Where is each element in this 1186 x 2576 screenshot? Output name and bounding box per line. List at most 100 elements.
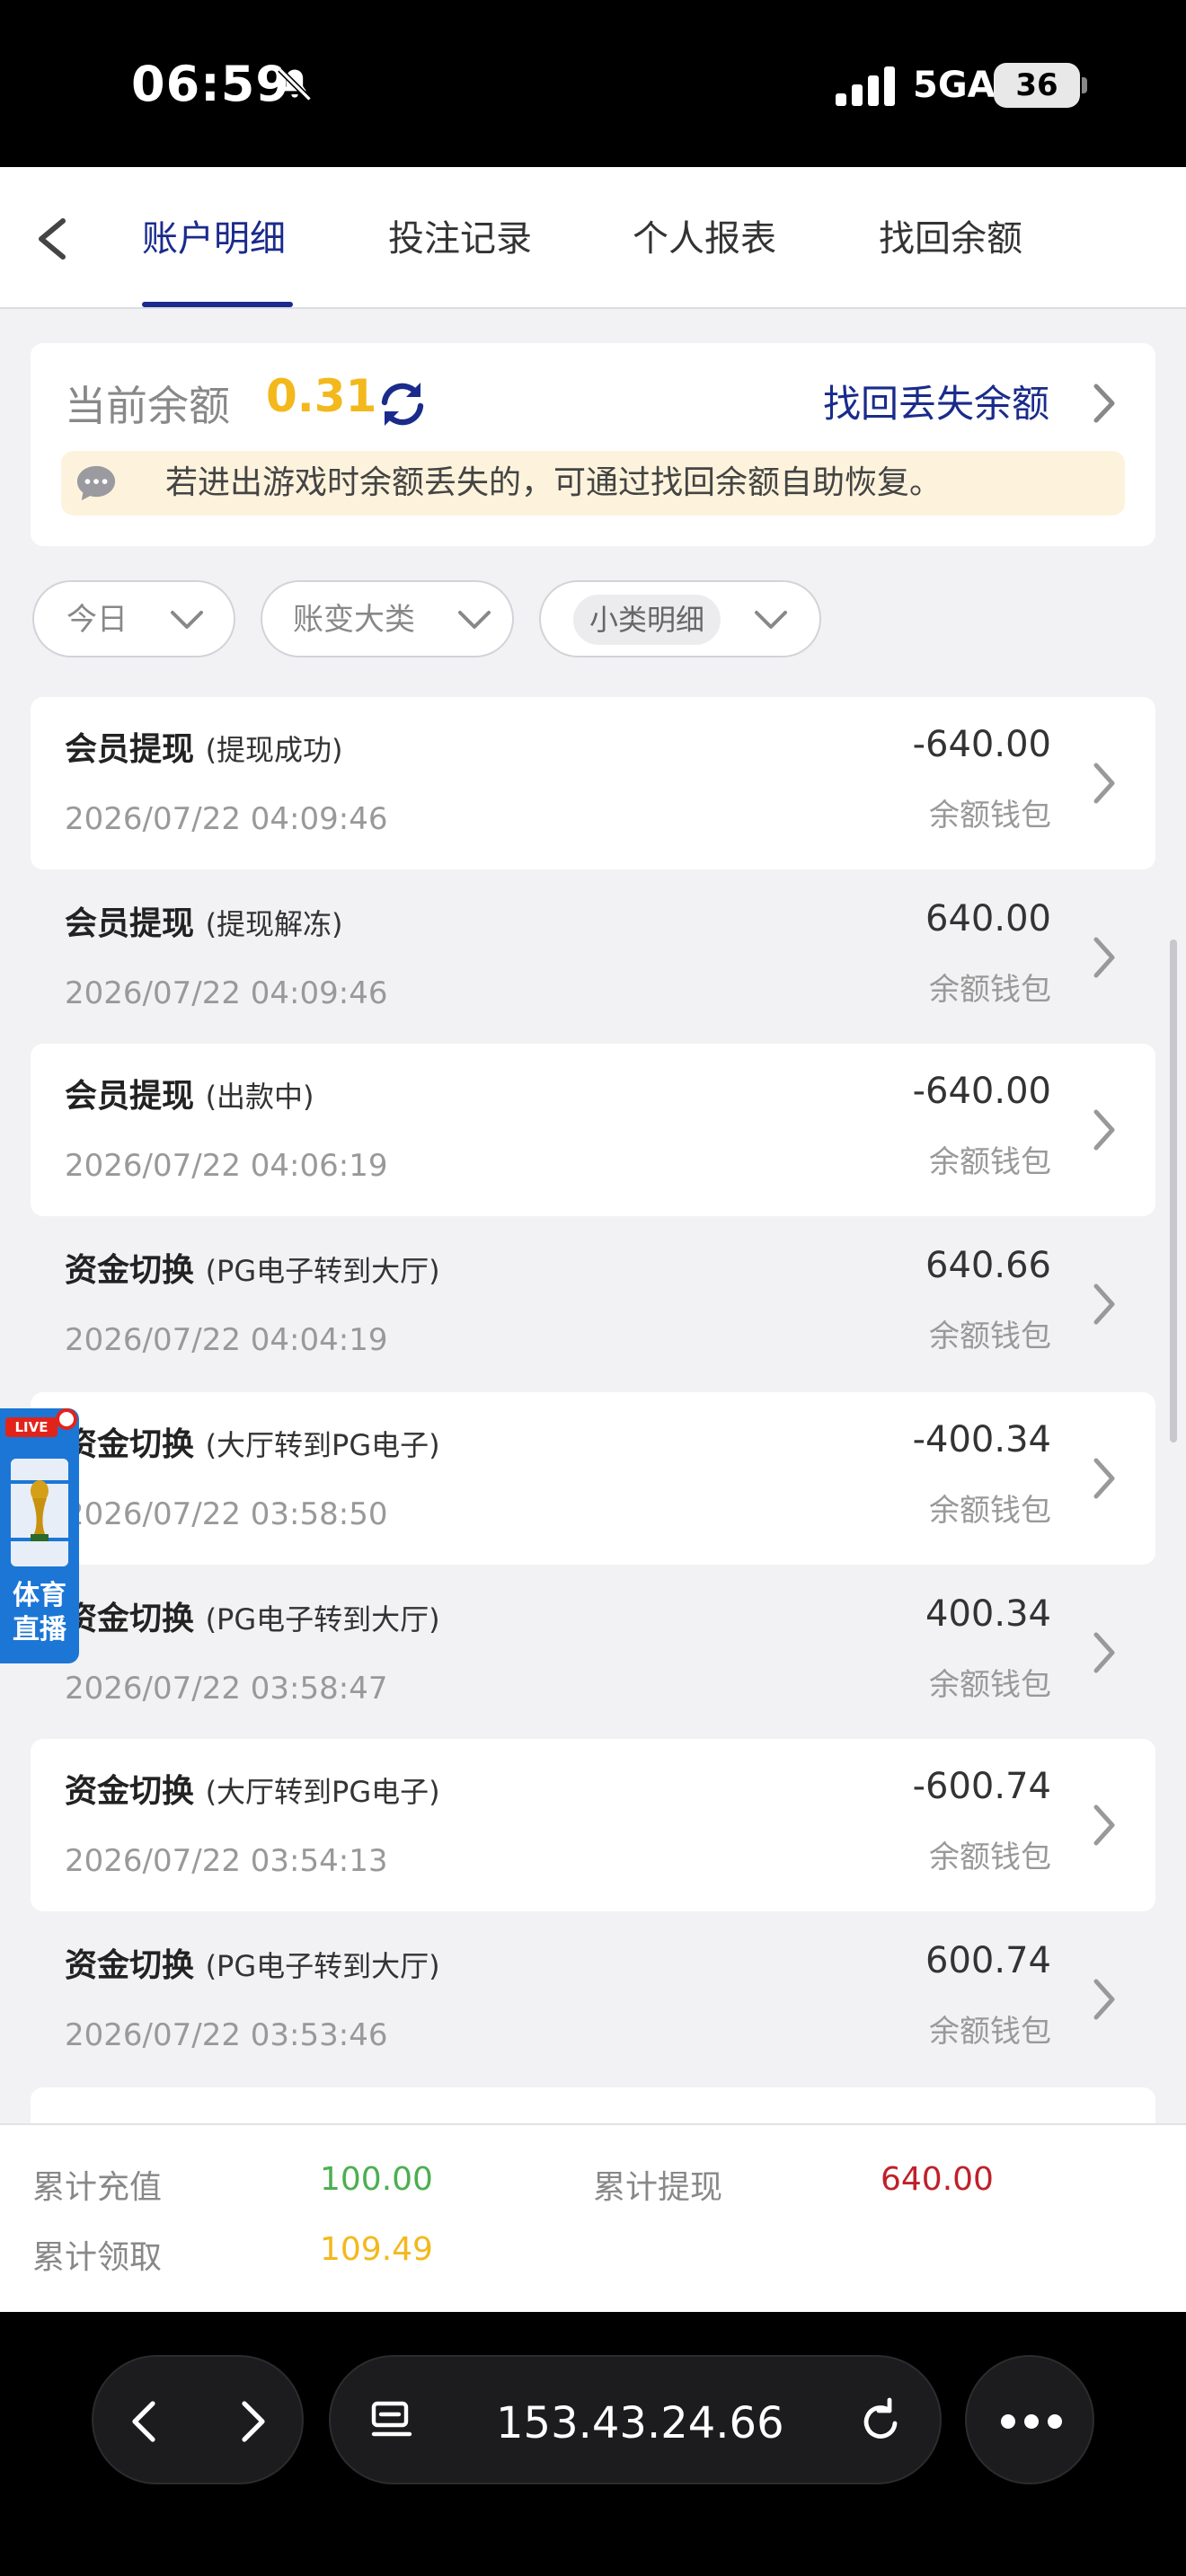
recover-lost-balance-link[interactable]: 找回丢失余额	[823, 374, 1049, 428]
chevron-down-icon	[755, 611, 787, 629]
transaction-subtype: (PG电子转到大厅)	[205, 1602, 440, 1636]
refresh-icon[interactable]	[376, 377, 429, 431]
transaction-wallet: 余额钱包	[929, 972, 1051, 1008]
transaction-amount: -600.74	[912, 1766, 1051, 1807]
transaction-title: 会员提现 (提现成功)	[65, 731, 343, 768]
sports-live-float-button[interactable]: LIVE 体育 直播	[0, 1408, 79, 1663]
active-tab-indicator	[142, 302, 293, 307]
transaction-date: 2026/07/22 04:09:46	[65, 801, 388, 837]
transaction-title: 会员提现 (出款中)	[65, 1078, 314, 1115]
chevron-right-icon	[1093, 1804, 1115, 1846]
transaction-date: 2026/07/22 03:58:47	[65, 1671, 388, 1707]
transaction-row[interactable]: 资金切换 (PG电子转到大厅) 2026/07/22 03:53:46 600.…	[31, 1913, 1155, 2086]
chevron-right-icon	[1093, 1979, 1115, 2020]
tab-personal-report[interactable]: 个人报表	[633, 210, 776, 268]
chevron-down-icon	[171, 611, 203, 629]
chevron-right-icon	[1093, 937, 1115, 978]
transaction-amount: 640.00	[925, 898, 1051, 940]
address-bar[interactable]: 153.43.24.66	[329, 2355, 942, 2484]
back-arrow-icon[interactable]	[27, 210, 81, 268]
url-text: 153.43.24.66	[496, 2398, 784, 2448]
category-filter-label: 账变大类	[293, 602, 415, 638]
more-button[interactable]	[965, 2355, 1094, 2484]
transaction-date: 2026/07/22 03:58:50	[65, 1496, 388, 1532]
reload-icon[interactable]	[855, 2396, 906, 2447]
category-filter[interactable]: 账变大类	[261, 580, 514, 657]
chevron-down-icon	[458, 611, 491, 629]
transaction-subtype: (大厅转到PG电子)	[205, 1775, 440, 1809]
chevron-right-icon	[1093, 1632, 1115, 1673]
date-filter[interactable]: 今日	[32, 580, 235, 657]
transaction-row[interactable]: 资金切换 (大厅转到PG电子) 2026/07/22 03:54:13 -600…	[31, 1739, 1155, 1911]
transaction-wallet: 余额钱包	[929, 2014, 1051, 2050]
tab-account-detail[interactable]: 账户明细	[142, 210, 286, 268]
total-claim-value: 109.49	[320, 2231, 433, 2268]
battery-icon: 36	[994, 63, 1080, 108]
balance-card: 当前余额 0.31 找回丢失余额 若进出游戏时余额丢失的，可通过找回余额自助恢复…	[31, 343, 1155, 546]
live-badge: LIVE	[5, 1417, 58, 1437]
signal-icon	[836, 66, 895, 106]
transaction-title: 资金切换 (PG电子转到大厅)	[65, 1601, 440, 1637]
transaction-amount: -640.00	[912, 724, 1051, 765]
summary-footer: 累计充值 100.00 累计提现 640.00 累计领取 109.49	[0, 2123, 1186, 2312]
browser-back-icon[interactable]	[122, 2398, 167, 2445]
transaction-subtype: (出款中)	[205, 1080, 314, 1114]
transaction-amount: 400.34	[925, 1593, 1051, 1635]
transaction-subtype: (提现成功)	[205, 733, 343, 767]
transaction-amount: 640.66	[925, 1245, 1051, 1286]
transaction-amount: -400.34	[912, 1419, 1051, 1460]
chevron-right-icon	[1093, 1109, 1115, 1151]
transaction-row[interactable]: 资金切换 (PG电子转到大厅) 2026/07/22 03:58:47 400.…	[31, 1566, 1155, 1739]
transaction-wallet: 余额钱包	[929, 1493, 1051, 1529]
tab-header: 账户明细 投注记录 个人报表 找回余额	[0, 167, 1186, 309]
transaction-title: 会员提现 (提现解冻)	[65, 905, 343, 942]
subcategory-filter-label: 小类明细	[573, 595, 721, 645]
transaction-amount: 600.74	[925, 1940, 1051, 1981]
transaction-date: 2026/07/22 04:04:19	[65, 1322, 388, 1358]
chevron-right-icon	[1093, 763, 1115, 804]
sports-live-label: 体育 直播	[13, 1580, 66, 1645]
transaction-subtype: (大厅转到PG电子)	[205, 1428, 440, 1462]
live-dot-icon	[56, 1408, 77, 1430]
transaction-date: 2026/07/22 04:09:46	[65, 975, 388, 1011]
transaction-date: 2026/07/22 04:06:19	[65, 1148, 388, 1184]
chevron-right-icon	[1093, 1458, 1115, 1499]
bell-muted-icon	[278, 67, 312, 101]
transaction-title: 资金切换 (大厅转到PG电子)	[65, 1426, 440, 1463]
transaction-title: 资金切换 (PG电子转到大厅)	[65, 1252, 440, 1289]
transaction-date: 2026/07/22 03:53:46	[65, 2017, 388, 2053]
chevron-right-icon[interactable]	[1089, 381, 1120, 426]
transaction-row[interactable]: 会员提现 (出款中) 2026/07/22 04:06:19 -640.00 余…	[31, 1044, 1155, 1216]
total-recharge-label: 累计充值	[32, 2169, 163, 2206]
transaction-wallet: 余额钱包	[929, 1667, 1051, 1703]
total-withdraw-value: 640.00	[881, 2161, 994, 2198]
status-time: 06:59	[131, 56, 290, 112]
transaction-wallet: 余额钱包	[929, 1144, 1051, 1180]
transaction-row[interactable]: 会员提现 (提现成功) 2026/07/22 04:09:46 -640.00 …	[31, 697, 1155, 869]
network-type: 5GA	[913, 65, 996, 106]
chat-bubble-icon	[76, 465, 116, 501]
tip-banner: 若进出游戏时余额丢失的，可通过找回余额自助恢复。	[61, 451, 1125, 516]
browser-forward-icon[interactable]	[230, 2398, 275, 2445]
scrollbar-thumb[interactable]	[1170, 940, 1177, 1442]
transaction-row-partial[interactable]	[31, 2087, 1155, 2123]
transaction-title: 资金切换 (PG电子转到大厅)	[65, 1947, 440, 1984]
transaction-row[interactable]: 资金切换 (大厅转到PG电子) 2026/07/22 03:58:50 -400…	[31, 1392, 1155, 1565]
transaction-title: 资金切换 (大厅转到PG电子)	[65, 1773, 440, 1810]
trophy-icon	[11, 1459, 68, 1566]
transaction-row[interactable]: 资金切换 (PG电子转到大厅) 2026/07/22 04:04:19 640.…	[31, 1218, 1155, 1390]
date-filter-label: 今日	[66, 602, 128, 638]
page-menu-icon[interactable]	[367, 2396, 417, 2447]
transaction-wallet: 余额钱包	[929, 1319, 1051, 1354]
transaction-subtype: (PG电子转到大厅)	[205, 1254, 440, 1288]
transaction-row[interactable]: 会员提现 (提现解冻) 2026/07/22 04:09:46 640.00 余…	[31, 871, 1155, 1044]
balance-value: 0.31	[266, 370, 377, 422]
chevron-right-icon	[1093, 1284, 1115, 1325]
total-claim-label: 累计领取	[32, 2239, 163, 2276]
subcategory-filter[interactable]: 小类明细	[539, 580, 821, 657]
tab-bet-records[interactable]: 投注记录	[388, 210, 532, 268]
transaction-date: 2026/07/22 03:54:13	[65, 1843, 388, 1879]
tab-recover-balance[interactable]: 找回余额	[879, 210, 1022, 268]
status-bar: 06:59 5GA 36	[0, 0, 1186, 167]
battery-cap	[1082, 77, 1087, 93]
